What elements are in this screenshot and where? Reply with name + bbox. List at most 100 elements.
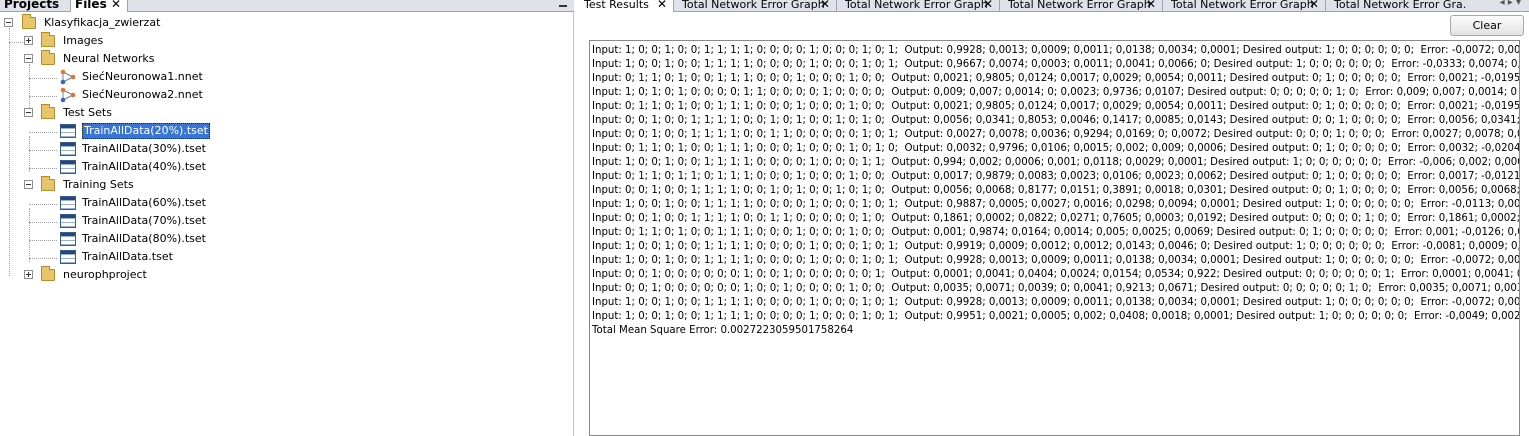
test-results-panel: Test Results ✕ Total Network Error Graph…: [576, 0, 1529, 436]
close-icon[interactable]: ✕: [1146, 0, 1156, 12]
tree-connector: [29, 64, 30, 114]
result-line: Input: 1; 0; 0; 1; 0; 0; 1; 1; 1; 1; 0; …: [592, 45, 1520, 56]
result-line: Input: 1; 0; 0; 1; 0; 0; 1; 1; 1; 1; 0; …: [592, 241, 1520, 252]
clear-button[interactable]: Clear: [1450, 15, 1524, 36]
tab-label: Total Network Error Graph: [682, 0, 825, 11]
dataset-icon: [60, 142, 76, 156]
result-line: Input: 0; 1; 1; 0; 1; 1; 0; 1; 1; 1; 0; …: [592, 171, 1520, 182]
result-line: Input: 0; 0; 1; 0; 0; 1; 1; 1; 1; 0; 0; …: [592, 129, 1520, 140]
tab-label: Total Network Error Graph: [1008, 0, 1151, 11]
folder-icon: [22, 14, 36, 29]
tree-label-test-sets: Test Sets: [63, 106, 112, 119]
left-tab-bar: Projects Files ✕: [0, 0, 574, 12]
expand-icon[interactable]: [24, 270, 33, 279]
folder-icon: [41, 104, 55, 119]
tree-label-network: SiećNeuronowa1.nnet: [82, 70, 203, 83]
tab-label: Total Network Error Graph: [845, 0, 988, 11]
folder-icon: [41, 176, 55, 191]
result-line: Input: 1; 0; 0; 1; 0; 0; 1; 1; 1; 1; 0; …: [592, 255, 1520, 266]
result-line: Input: 1; 0; 0; 1; 0; 0; 1; 1; 1; 1; 0; …: [592, 297, 1520, 308]
collapse-icon[interactable]: [4, 18, 13, 27]
folder-icon: [41, 32, 55, 47]
tree-connector: [29, 150, 57, 151]
result-line: Input: 0; 1; 1; 0; 1; 0; 0; 1; 1; 1; 0; …: [592, 227, 1520, 238]
close-icon[interactable]: ✕: [1309, 0, 1319, 12]
tab-label: Total Network Error Gra...: [1334, 0, 1466, 11]
tab-error-graph[interactable]: Total Network Error Graph ✕: [674, 0, 837, 12]
result-line: Input: 0; 0; 1; 0; 0; 1; 1; 1; 1; 0; 0; …: [592, 185, 1520, 196]
tree-label-training-sets: Training Sets: [63, 178, 134, 191]
projects-panel: Projects Files ✕ Klasyfikacja_zwierzat I…: [0, 0, 574, 436]
tab-projects-label: Projects: [4, 0, 60, 11]
result-line: Input: 1; 0; 0; 1; 0; 0; 1; 1; 1; 1; 0; …: [592, 199, 1520, 210]
tree-connector: [29, 132, 57, 133]
neural-network-icon: [60, 69, 76, 85]
tab-error-graph[interactable]: Total Network Error Graph ✕: [1163, 0, 1326, 12]
tree-connector: [9, 28, 10, 276]
neural-network-icon: [60, 87, 76, 103]
tree-label-images: Images: [63, 34, 104, 47]
tree-label-training-set: TrainAllData(80%).tset: [82, 232, 206, 245]
result-line: Input: 0; 0; 1; 0; 0; 1; 1; 1; 1; 0; 0; …: [592, 213, 1520, 224]
tree-label-test-set: TrainAllData(30%).tset: [82, 142, 206, 155]
tab-test-results[interactable]: Test Results ✕: [576, 0, 674, 12]
tab-error-graph[interactable]: Total Network Error Graph ✕: [837, 0, 1000, 12]
tree-label-network: SiećNeuronowa2.nnet: [82, 88, 203, 101]
close-icon[interactable]: ✕: [983, 0, 993, 12]
tree-label-test-set: TrainAllData(40%).tset: [82, 160, 206, 173]
collapse-icon[interactable]: [24, 180, 33, 189]
result-line: Input: 0; 0; 1; 0; 0; 1; 1; 1; 1; 0; 0; …: [592, 115, 1520, 126]
tree-connector: [29, 136, 30, 172]
dataset-icon: [60, 160, 76, 174]
tree-label-training-set: TrainAllData.tset: [82, 250, 173, 263]
tree-connector: [29, 204, 57, 205]
result-line: Input: 0; 1; 1; 0; 1; 0; 0; 1; 1; 1; 0; …: [592, 143, 1520, 154]
result-line: Input: 0; 0; 1; 0; 0; 0; 0; 0; 0; 1; 0; …: [592, 283, 1520, 294]
close-icon[interactable]: ✕: [657, 0, 667, 12]
tree-connector: [29, 78, 57, 79]
result-line: Input: 0; 0; 1; 0; 0; 0; 0; 0; 0; 1; 0; …: [592, 269, 1520, 280]
editor-tab-bar: Test Results ✕ Total Network Error Graph…: [576, 0, 1529, 12]
dataset-icon: [60, 214, 76, 228]
tree-label-neurophproject: neurophproject: [63, 268, 147, 281]
tree-label-neural-networks: Neural Networks: [63, 52, 155, 65]
tab-label: Total Network Error Graph: [1171, 0, 1314, 11]
dataset-icon: [60, 250, 76, 264]
result-line: Input: 0; 1; 1; 0; 1; 0; 0; 1; 1; 1; 0; …: [592, 73, 1520, 84]
result-line: Input: 0; 1; 1; 0; 1; 0; 0; 1; 1; 1; 0; …: [592, 101, 1520, 112]
expand-icon[interactable]: [24, 36, 33, 45]
tree-label-training-set: TrainAllData(70%).tset: [82, 214, 206, 227]
folder-icon: [41, 266, 55, 281]
tree-label-selected-test-set: TrainAllData(20%).tset: [82, 123, 210, 139]
result-line: Input: 1; 0; 0; 1; 0; 0; 1; 1; 1; 1; 0; …: [592, 311, 1520, 322]
total-error-line: Total Mean Square Error: 0.0027223059501…: [592, 325, 854, 336]
tab-projects[interactable]: Projects: [0, 0, 70, 12]
result-line: Input: 1; 0; 0; 1; 0; 0; 1; 1; 1; 1; 0; …: [592, 157, 1520, 168]
minimize-icon[interactable]: [558, 1, 568, 11]
collapse-icon[interactable]: [24, 54, 33, 63]
collapse-icon[interactable]: [24, 108, 33, 117]
result-line: Input: 1; 0; 0; 1; 0; 0; 1; 1; 1; 1; 0; …: [592, 59, 1520, 70]
tree-label-training-set: TrainAllData(60%).tset: [82, 196, 206, 209]
tab-error-graph[interactable]: Total Network Error Graph ✕: [1000, 0, 1163, 12]
tab-label: Test Results: [584, 0, 649, 11]
close-icon[interactable]: ✕: [111, 0, 121, 12]
dataset-icon: [60, 196, 76, 210]
tree-connector: [29, 240, 57, 241]
tree-connector: [29, 208, 30, 262]
folder-icon: [41, 50, 55, 65]
tree-connector: [29, 258, 57, 259]
tree-connector: [29, 96, 57, 97]
tree-connector: [29, 168, 57, 169]
tab-error-graph[interactable]: Total Network Error Gra...: [1326, 0, 1466, 12]
output-lines: Input: 1; 0; 0; 1; 0; 0; 1; 1; 1; 1; 0; …: [590, 41, 1519, 338]
tab-navigation-icon[interactable]: ◂ ▸ ▾: [1500, 0, 1521, 8]
result-line: Input: 1; 0; 1; 0; 1; 0; 0; 0; 0; 1; 1; …: [592, 87, 1518, 98]
dataset-icon: [60, 232, 76, 246]
tree-connector: [29, 222, 57, 223]
tree-connector: [9, 42, 23, 43]
close-icon[interactable]: ✕: [820, 0, 830, 12]
tab-files-label: Files: [75, 0, 107, 11]
test-results-output[interactable]: Input: 1; 0; 0; 1; 0; 0; 1; 1; 1; 1; 0; …: [589, 40, 1520, 436]
tab-files[interactable]: Files ✕: [70, 0, 128, 12]
